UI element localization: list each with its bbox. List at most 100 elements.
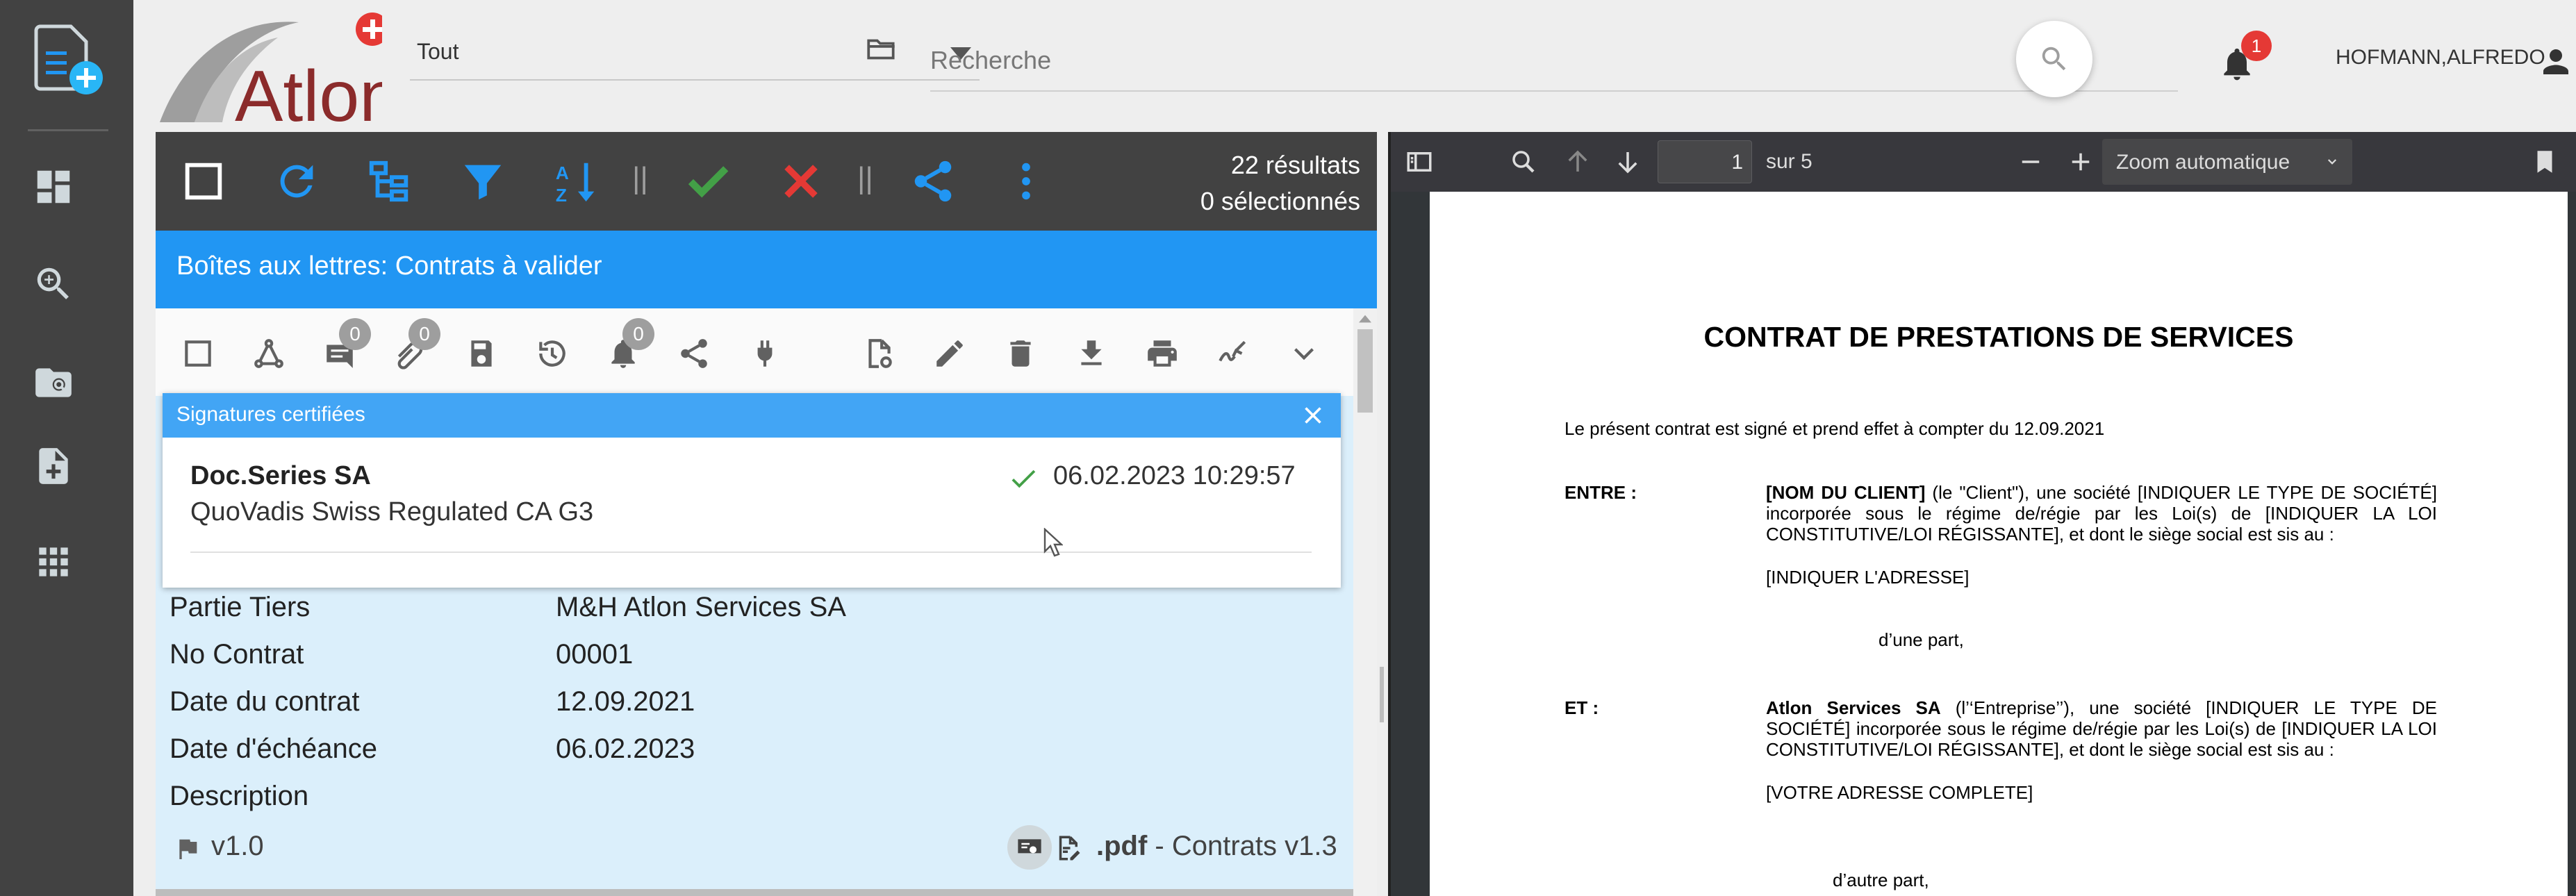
file-format: .pdf — [1096, 831, 1148, 861]
apps-grid-icon[interactable] — [32, 540, 75, 583]
sort-az-icon[interactable]: AZ — [552, 157, 600, 206]
new-document-icon[interactable] — [31, 21, 107, 97]
svg-text:A: A — [556, 163, 569, 183]
select-checkbox[interactable] — [181, 336, 215, 371]
prop-label: No Contrat — [170, 639, 304, 670]
share-doc-icon[interactable] — [677, 336, 711, 371]
bookmark-icon[interactable] — [2530, 147, 2559, 176]
user-name[interactable]: HOFMANN,ALFREDO — [2336, 46, 2545, 69]
scrollbar-thumb[interactable] — [1357, 329, 1373, 413]
delete-icon[interactable] — [1003, 336, 1038, 371]
atlon-logo: Atlon — [153, 10, 382, 125]
zoom-out-icon[interactable] — [2016, 147, 2045, 176]
close-icon[interactable] — [1301, 403, 1326, 428]
page-total: sur 5 — [1766, 150, 1813, 173]
results-count: 22 résultats — [1230, 151, 1360, 179]
card-bottom-edge — [156, 889, 1353, 896]
signer-name: Doc.Series SA — [190, 461, 371, 490]
comments-badge: 0 — [339, 318, 371, 350]
history-icon[interactable] — [535, 336, 570, 371]
pdf-et-label: ET : — [1564, 697, 1599, 718]
chevron-down-icon — [2327, 159, 2337, 165]
preview-doc-icon[interactable] — [861, 336, 896, 371]
prop-label: Date du contrat — [170, 686, 360, 717]
refresh-icon[interactable] — [272, 157, 321, 206]
alerts-badge: 0 — [622, 318, 654, 350]
panel-splitter[interactable] — [1380, 667, 1384, 722]
zoom-in-icon[interactable] — [2066, 147, 2095, 176]
scrollbar[interactable] — [1353, 308, 1377, 896]
hierarchy-icon[interactable] — [365, 157, 414, 206]
more-vert-icon[interactable] — [1002, 157, 1050, 206]
validate-check-icon[interactable] — [684, 157, 732, 206]
zoom-select[interactable]: Zoom automatique — [2102, 139, 2352, 185]
pdf-et-paragraph: Atlon Services SA (l’‘Entreprise’’), une… — [1766, 697, 2437, 760]
mailbox-title: Boîtes aux lettres: Contrats à valider — [156, 231, 1377, 308]
plugin-icon[interactable] — [748, 336, 782, 371]
sidebar-toggle-icon[interactable] — [1405, 147, 1434, 176]
prop-label: Partie Tiers — [170, 592, 311, 622]
signer-ca: QuoVadis Swiss Regulated CA G3 — [190, 497, 594, 526]
add-file-icon[interactable] — [32, 445, 75, 488]
next-page-icon[interactable] — [1613, 147, 1642, 176]
notification-badge: 1 — [2241, 31, 2272, 61]
search-input[interactable] — [930, 35, 2178, 86]
mouse-cursor-icon — [1043, 528, 1063, 557]
pdf-search-icon[interactable] — [1509, 147, 1538, 176]
certificate-icon[interactable] — [1007, 825, 1052, 870]
signature-date: 06.02.2023 10:29:57 — [1053, 461, 1296, 490]
zoom-search-icon[interactable] — [32, 263, 75, 306]
edit-icon[interactable] — [932, 336, 967, 371]
search-icon — [2042, 47, 2066, 71]
prop-value: 00001 — [556, 639, 634, 670]
prop-label: Date d'échéance — [170, 733, 377, 764]
pdf-intro: Le présent contrat est signé et prend ef… — [1564, 418, 2105, 439]
download-icon[interactable] — [1074, 336, 1109, 371]
notifications-button[interactable]: 1 — [2218, 31, 2272, 83]
toolbar-separator: || — [857, 161, 873, 195]
list-toolbar: AZ || || 22 résultats 0 sélectionnés — [156, 132, 1377, 231]
signatures-header: Signatures certifiées — [163, 393, 1341, 438]
pdf-client-address: [INDIQUER L'ADRESSE] — [1766, 567, 1970, 588]
select-all-checkbox[interactable] — [179, 157, 228, 206]
svg-text:Atlon: Atlon — [235, 56, 382, 125]
certified-signatures-panel: Signatures certifiées Doc.Series SA QuoV… — [163, 393, 1341, 588]
chevron-down-icon[interactable] — [1287, 336, 1321, 371]
folder-search-icon[interactable] — [32, 361, 75, 404]
result-counts: 22 résultats 0 sélectionnés — [1200, 147, 1360, 219]
search-button[interactable] — [2016, 21, 2092, 97]
selected-count: 0 sélectionnés — [1200, 187, 1360, 215]
open-folder-icon[interactable] — [864, 32, 899, 67]
pdf-viewer: 1 sur 5 Zoom automatique CONTRAT DE PRES… — [1388, 132, 2576, 896]
pdf-title: CONTRAT DE PRESTATIONS DE SERVICES — [1703, 321, 2294, 353]
save-icon[interactable] — [464, 336, 499, 371]
toolbar-separator: || — [632, 161, 648, 195]
previous-page-icon[interactable] — [1563, 147, 1592, 176]
workflow-icon[interactable] — [251, 336, 286, 371]
filter-icon[interactable] — [459, 157, 507, 206]
page-number-input[interactable]: 1 — [1658, 140, 1752, 183]
document-actions: 0 0 0 — [156, 308, 1353, 396]
dashboard-icon[interactable] — [32, 165, 75, 208]
svg-text:Z: Z — [556, 185, 567, 206]
print-icon[interactable] — [1145, 336, 1180, 371]
pdf-entre-paragraph: [NOM DU CLIENT] (le "Client"), une socié… — [1766, 482, 2437, 545]
document-type: .pdf - Contrats v1.3 — [1096, 831, 1337, 862]
prop-value: 12.09.2021 — [556, 686, 695, 717]
user-icon[interactable] — [2537, 43, 2575, 81]
signed-doc-icon[interactable] — [1053, 833, 1082, 863]
share-icon[interactable] — [909, 157, 957, 206]
signature-icon[interactable] — [1216, 336, 1250, 371]
divider — [190, 551, 1312, 553]
search-field[interactable] — [930, 35, 2178, 92]
pdf-company-address: [VOTRE ADRESSE COMPLETE] — [1766, 782, 2033, 803]
scope-select-value: Tout — [417, 39, 459, 64]
pdf-entre-label: ENTRE : — [1564, 482, 1637, 503]
signatures-title: Signatures certifiées — [176, 403, 365, 426]
reject-cross-icon[interactable] — [777, 157, 825, 206]
prop-label: Description — [170, 781, 309, 811]
version-label: v1.0 — [211, 831, 264, 861]
flag-icon — [179, 839, 197, 859]
pdf-second-part: d’autre part, — [1833, 870, 1929, 890]
pdf-toolbar: 1 sur 5 Zoom automatique — [1391, 132, 2576, 192]
